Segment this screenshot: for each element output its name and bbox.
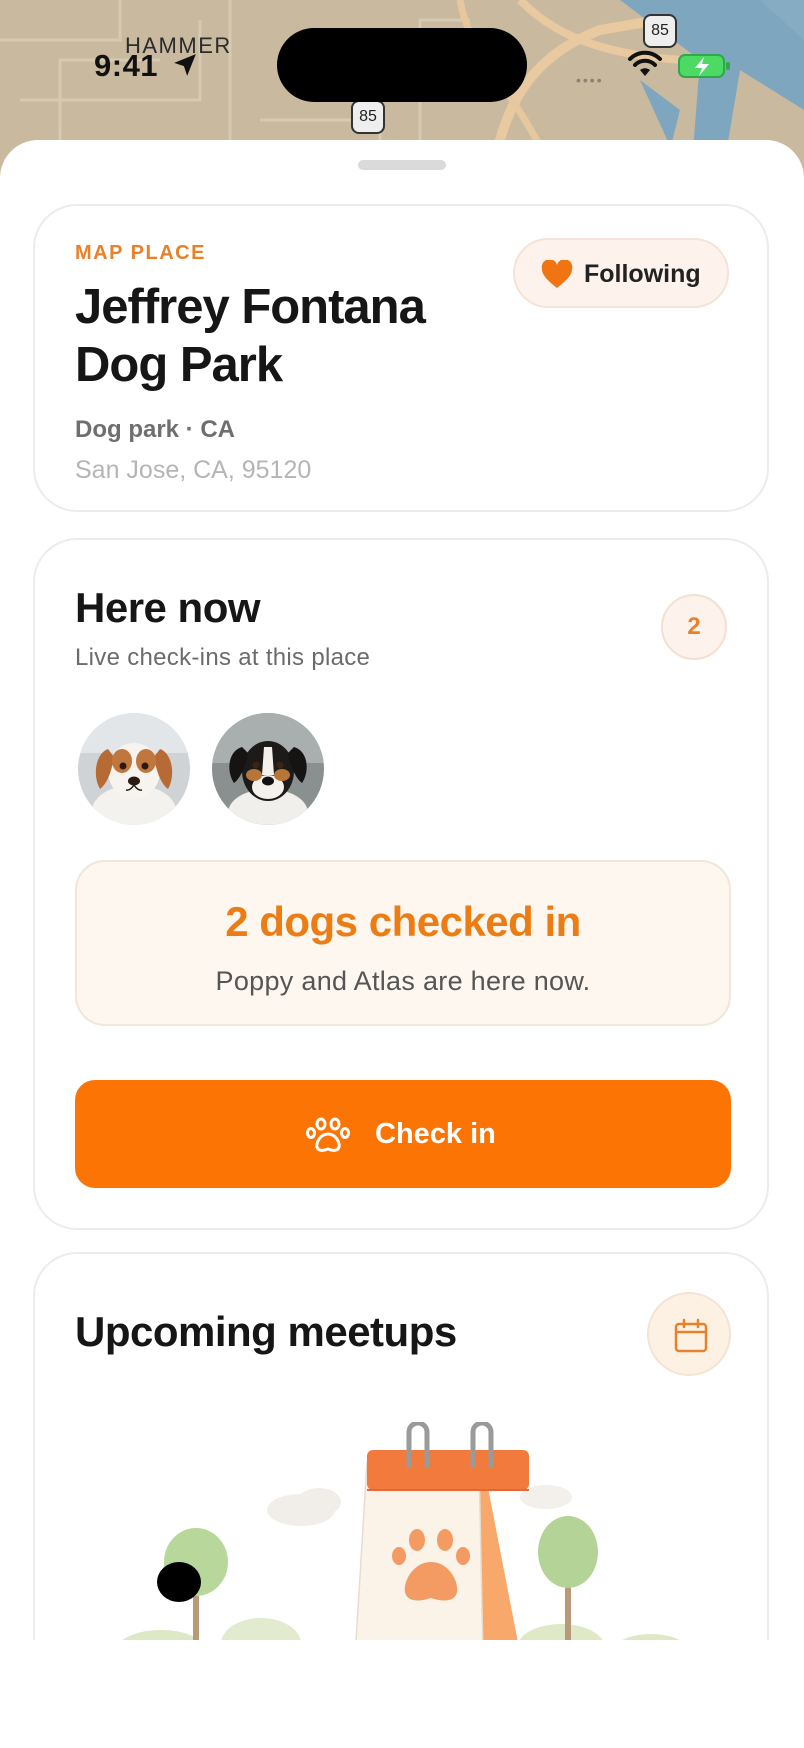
place-sheet[interactable]: MAP PLACE Jeffrey Fontana Dog Park Dog p… (0, 140, 804, 1674)
dynamic-island (277, 28, 527, 102)
place-card: MAP PLACE Jeffrey Fontana Dog Park Dog p… (33, 204, 769, 512)
atlas-avatar[interactable] (212, 713, 324, 825)
following-label: Following (584, 260, 701, 288)
place-type: Dog park · CA (75, 416, 236, 443)
place-eyebrow: MAP PLACE (75, 242, 206, 264)
status-time: 9:41 (94, 48, 159, 83)
paw-icon (306, 1117, 350, 1152)
here-now-title: Here now (75, 584, 261, 631)
following-button[interactable]: Following (513, 238, 729, 308)
battery-icon (678, 54, 730, 78)
here-now-subtitle: Live check-ins at this place (75, 644, 371, 671)
heart-icon (541, 260, 573, 288)
poppy-avatar[interactable] (78, 713, 190, 825)
meetups-empty-illustration (91, 1422, 691, 1674)
upcoming-meetups-title: Upcoming meetups (75, 1308, 457, 1355)
checkin-summary: 2 dogs checked in Poppy and Atlas are he… (75, 860, 731, 1026)
upcoming-meetups-card: Upcoming meetups (33, 1252, 769, 1674)
place-name: Jeffrey Fontana Dog Park (75, 280, 426, 392)
place-address: San Jose, CA, 95120 (75, 456, 312, 484)
route-shield: 85 (643, 14, 677, 48)
checkin-summary-title: 2 dogs checked in (225, 898, 581, 945)
checkin-summary-text: Poppy and Atlas are here now. (215, 966, 591, 996)
wifi-icon (628, 50, 662, 76)
cellular-signal-icon: •••• (576, 72, 604, 88)
checkin-count-badge: 2 (661, 594, 727, 660)
route-shield: 85 (351, 100, 385, 134)
check-in-button[interactable]: Check in (75, 1080, 731, 1188)
here-now-card: Here now Live check-ins at this place 2 (33, 538, 769, 1230)
calendar-icon (674, 1318, 708, 1353)
bottom-area (0, 1640, 804, 1748)
location-arrow-icon (174, 54, 196, 76)
calendar-button[interactable] (647, 1292, 731, 1376)
check-in-label: Check in (375, 1118, 496, 1150)
sheet-grabber[interactable] (358, 160, 446, 170)
